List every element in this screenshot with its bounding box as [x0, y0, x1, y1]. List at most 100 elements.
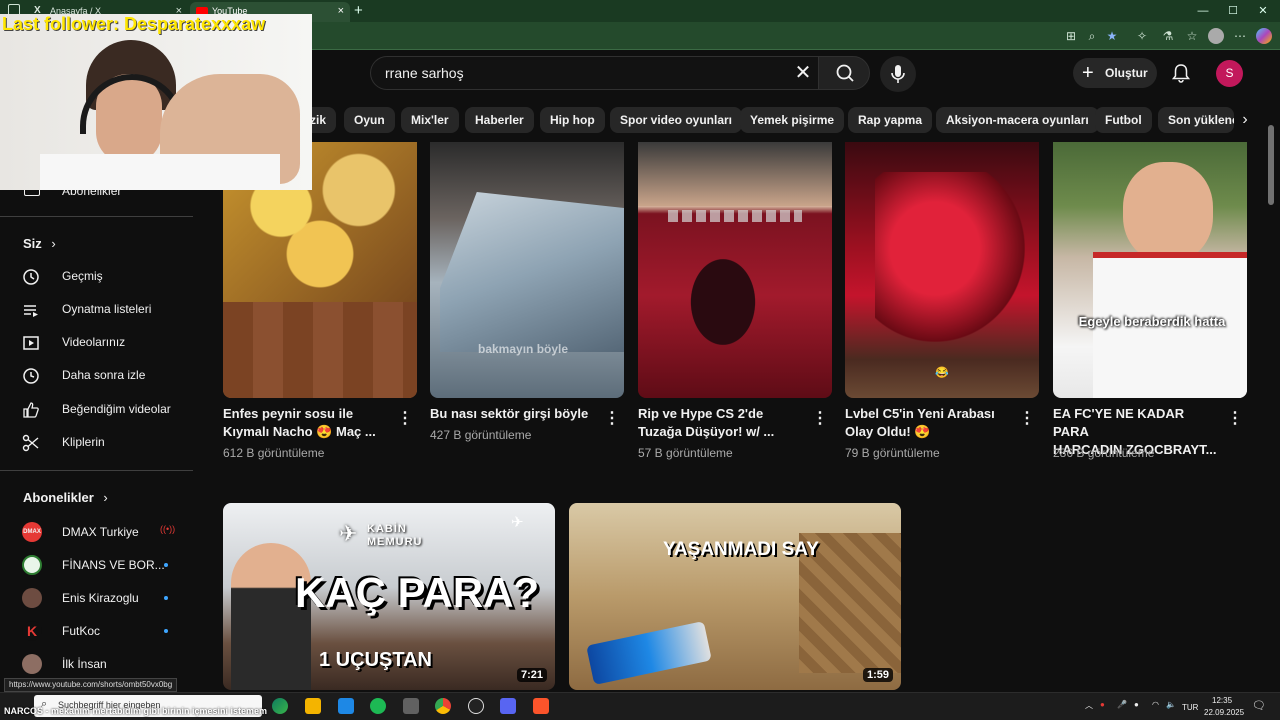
stream-ticker-text: NARCOS - mekanım mertabidim gibi birinin…: [4, 706, 268, 716]
volume-icon[interactable]: 🔈: [1166, 700, 1176, 709]
sidebar-item-liked-videos[interactable]: Beğendiğim videolar: [8, 394, 188, 426]
video-thumbnail-lvbel-car[interactable]: 😂: [845, 142, 1039, 398]
video-title-line: Enfes peynir sosu ile: [223, 406, 354, 421]
thumbnail-big-text: KAÇ PARA?: [295, 569, 540, 616]
video-thumbnail-valorant[interactable]: YAŞANMADI SAY 1:59: [569, 503, 901, 690]
new-content-dot: [164, 596, 168, 600]
calculator-icon[interactable]: [403, 698, 419, 714]
clock-date[interactable]: 22.09.2025: [1204, 708, 1244, 717]
search-value: rrane sarhoş: [385, 65, 464, 81]
account-avatar[interactable]: S: [1216, 60, 1243, 87]
discord-icon[interactable]: [500, 698, 516, 714]
chip-hiphop[interactable]: Hip hop: [540, 107, 605, 133]
chips-next-arrow-icon[interactable]: ›: [1232, 107, 1258, 133]
chip-cooking[interactable]: Yemek pişirme: [740, 107, 845, 133]
chip-recently-uploaded[interactable]: Son yüklene: [1158, 107, 1234, 133]
sidebar-item-watch-later[interactable]: Daha sonra izle: [8, 360, 188, 392]
notifications-bell-icon[interactable]: [1170, 62, 1192, 84]
more-menu-icon[interactable]: ⋯: [1232, 28, 1248, 44]
chip-rap[interactable]: Rap yapma: [848, 107, 933, 133]
thumbnail-streamer-cam: [638, 142, 832, 206]
language-indicator[interactable]: TUR: [1182, 703, 1198, 712]
video-views: 427 B görüntüleme: [430, 428, 532, 442]
sidebar-channel-enis[interactable]: Enis Kirazoglu: [0, 586, 190, 610]
edge-app-icon[interactable]: [272, 698, 288, 714]
maximize-button[interactable]: ☐: [1218, 2, 1248, 20]
close-tab-icon[interactable]: ×: [338, 2, 344, 20]
chip-action-adventure[interactable]: Aksiyon-macera oyunları: [936, 107, 1099, 133]
chip-football[interactable]: Futbol: [1095, 107, 1152, 133]
subscriptions-section-header[interactable]: Abonelikler ›: [23, 490, 108, 505]
search-input[interactable]: rrane sarhoş: [370, 56, 818, 90]
thumbnail-face: [1123, 162, 1213, 262]
chip-mixes[interactable]: Mix'ler: [401, 107, 459, 133]
spotify-icon[interactable]: [370, 698, 386, 714]
video-views: 612 B görüntüleme: [223, 446, 325, 460]
video-title[interactable]: Enfes peynir sosu ile Kıymalı Nacho 😍 Ma…: [223, 405, 393, 441]
video-title-line: Tuzağa Düşüyor! w/ ...: [638, 424, 775, 439]
file-explorer-icon[interactable]: [305, 698, 321, 714]
clock-time[interactable]: 12:35: [1212, 696, 1232, 705]
close-window-button[interactable]: ✕: [1248, 2, 1278, 20]
zoom-icon[interactable]: ⌕: [1084, 28, 1100, 44]
more-actions-icon[interactable]: ⋮: [1227, 411, 1243, 427]
video-title[interactable]: Bu nası sektör girşi böyle: [430, 405, 600, 423]
chip-sports-games[interactable]: Spor video oyunları: [610, 107, 743, 133]
more-actions-icon[interactable]: ⋮: [1019, 411, 1035, 427]
notifications-icon[interactable]: 🗨: [1252, 699, 1266, 712]
video-thumbnail-ea-fc[interactable]: Egeyle beraberdik hatta: [1053, 142, 1247, 398]
more-actions-icon[interactable]: ⋮: [397, 411, 413, 427]
chrome-icon[interactable]: [435, 698, 451, 714]
channel-name: Enis Kirazoglu: [62, 591, 139, 605]
bookmark-star-icon[interactable]: ★: [1104, 28, 1120, 44]
more-actions-icon[interactable]: ⋮: [604, 411, 620, 427]
sidebar-item-your-videos[interactable]: Videolarınız: [8, 327, 188, 359]
sidebar-divider: [0, 470, 193, 471]
video-thumbnail-cs2[interactable]: [638, 142, 832, 398]
search-button[interactable]: [818, 56, 870, 90]
channel-avatar: DMAX: [22, 522, 42, 542]
favorites-icon[interactable]: ☆: [1184, 28, 1200, 44]
you-section-header[interactable]: Siz ›: [23, 236, 56, 251]
brave-icon[interactable]: [533, 698, 549, 714]
sidebar-item-label: Beğendiğim videolar: [62, 402, 171, 416]
sidebar-item-playlists[interactable]: Oynatma listeleri: [8, 294, 188, 326]
new-tab-button[interactable]: +: [354, 2, 363, 19]
chip-gaming[interactable]: Oyun: [344, 107, 395, 133]
thumbnail-weapon: [586, 620, 712, 686]
thumbnail-cutting-board: [223, 302, 417, 398]
chip-news[interactable]: Haberler: [465, 107, 534, 133]
sidebar-channel-finans[interactable]: FİNANS VE BOR...: [0, 553, 190, 577]
tray-chevron-icon[interactable]: ︿: [1085, 700, 1093, 711]
history-icon: [23, 269, 39, 285]
video-title[interactable]: Rip ve Hype CS 2'de Tuzağa Düşüyor! w/ .…: [638, 405, 808, 441]
extensions-icon[interactable]: ✧: [1134, 28, 1150, 44]
extension-icon[interactable]: ⚗: [1160, 28, 1176, 44]
voice-search-button[interactable]: [880, 56, 916, 92]
page-scrollbar[interactable]: [1268, 125, 1274, 205]
install-app-icon[interactable]: ⊞: [1063, 28, 1079, 44]
obs-icon[interactable]: [468, 698, 484, 714]
sidebar-item-history[interactable]: Geçmiş: [8, 261, 188, 293]
sidebar-channel-ilk-insan[interactable]: İlk İnsan: [0, 652, 190, 676]
clear-search-button[interactable]: ✕: [790, 60, 816, 86]
mail-icon[interactable]: [338, 698, 354, 714]
sidebar-item-clips[interactable]: Kliplerin: [8, 427, 188, 459]
sidebar-divider: [0, 216, 193, 217]
tray-app-icon[interactable]: ●: [1134, 700, 1139, 709]
video-thumbnail-cabin-crew[interactable]: ✈ KABİN MEMURU ✈ KAÇ PARA? 1 UÇUŞTAN 7:2…: [223, 503, 555, 690]
subscriptions-header-label: Abonelikler: [23, 490, 94, 505]
copilot-icon[interactable]: [1256, 28, 1272, 44]
video-title[interactable]: Lvbel C5'in Yeni Arabası Olay Oldu! 😍: [845, 405, 1015, 441]
sidebar-channel-dmax[interactable]: DMAX DMAX Turkiye ((•)): [0, 520, 190, 544]
wifi-icon[interactable]: ◠: [1152, 700, 1159, 709]
profile-icon[interactable]: [1208, 28, 1224, 44]
more-actions-icon[interactable]: ⋮: [812, 411, 828, 427]
sidebar-item-label: Oynatma listeleri: [62, 302, 152, 316]
video-thumbnail-car-girl[interactable]: bakmayın böyle: [430, 142, 624, 398]
minimize-button[interactable]: —: [1188, 2, 1218, 20]
microphone-tray-icon[interactable]: 🎤: [1117, 700, 1127, 709]
sidebar-channel-futkoc[interactable]: K FutKoc: [0, 619, 190, 643]
tray-app-icon[interactable]: ●: [1100, 700, 1105, 709]
thumbnail-player-figure: [678, 242, 768, 362]
